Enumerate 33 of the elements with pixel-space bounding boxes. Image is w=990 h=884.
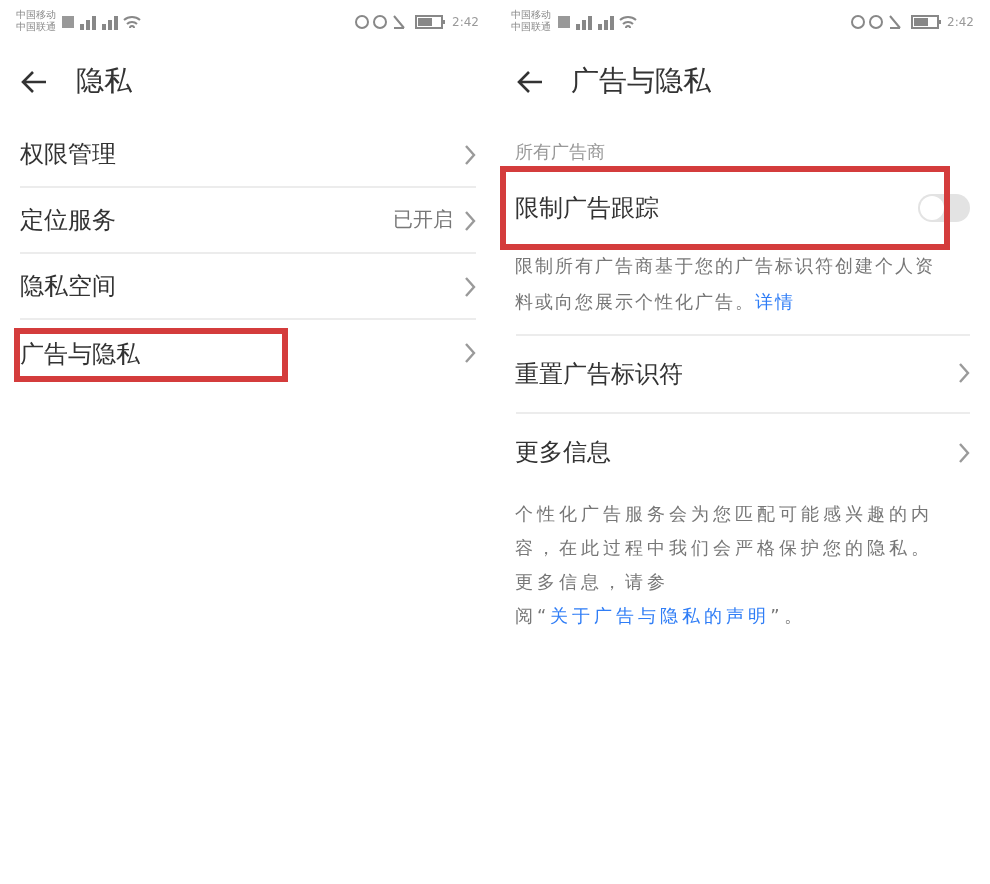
list-item[interactable]: 隐私空间 [20, 254, 475, 320]
list-item[interactable]: 定位服务 已开启 [20, 188, 475, 254]
footnote-text: 个性化广告服务会为您匹配可能感兴趣的内容，在此过程中我们会严格保护您的隐私。更多信息，请参阅“关于广告与隐私的声明”。 [515, 503, 935, 631]
chevron-right-icon [958, 362, 970, 384]
status-icons [849, 14, 942, 30]
chevron-right-icon [463, 275, 475, 297]
item-label: 广告与隐私 [20, 337, 140, 371]
page-title: 广告与隐私 [571, 63, 711, 101]
item-label: 权限管理 [20, 138, 116, 172]
list-item[interactable]: 权限管理 [20, 122, 475, 188]
toggle-label: 限制广告跟踪 [515, 191, 659, 225]
back-icon[interactable] [20, 70, 48, 94]
page-title: 隐私 [76, 63, 132, 101]
chevron-right-icon [463, 143, 475, 165]
item-label: 重置广告标识符 [515, 357, 683, 391]
section-label: 所有广告商 [513, 141, 607, 168]
item-label: 定位服务 [20, 204, 116, 238]
description-text: 限制所有广告商基于您的广告标识符创建个人资料或向您展示个性化广告。详情 [515, 249, 970, 335]
chevron-right-icon [958, 441, 970, 463]
status-icons [354, 14, 447, 30]
statement-link[interactable]: 关于广告与隐私的声明 [550, 607, 771, 627]
list-item[interactable]: 更多信息 [515, 413, 970, 491]
item-label: 隐私空间 [20, 270, 116, 304]
chevron-right-icon [463, 209, 475, 231]
item-label: 更多信息 [515, 436, 611, 470]
signal-icon [62, 14, 142, 30]
list-item[interactable]: 广告与隐私 [20, 320, 475, 386]
list-item[interactable]: 重置广告标识符 [515, 335, 970, 413]
details-link[interactable]: 详情 [755, 293, 795, 313]
item-value: 已开启 [393, 207, 453, 235]
back-icon[interactable] [515, 70, 543, 94]
chevron-right-icon [463, 342, 475, 364]
signal-icon [557, 14, 637, 30]
